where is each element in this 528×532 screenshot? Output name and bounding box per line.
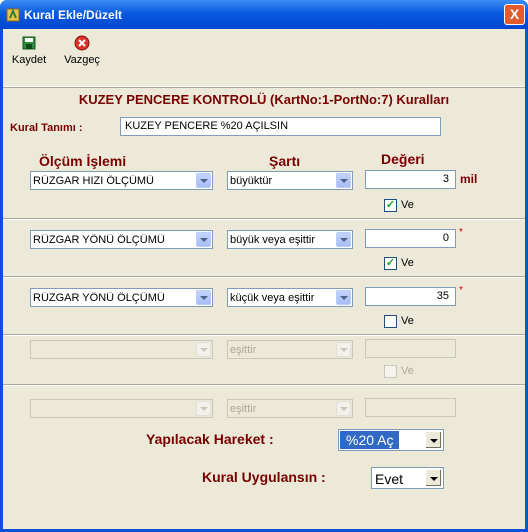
chevron-down-icon	[425, 431, 442, 449]
operation-value-2: RÜZGAR YÖNÜ ÖLÇÜMÜ	[33, 234, 165, 246]
operation-select-2[interactable]: RÜZGAR YÖNÜ ÖLÇÜMÜ	[30, 230, 213, 249]
save-label: Kaydet	[11, 54, 47, 66]
value-input-3[interactable]: 35	[365, 287, 456, 306]
and-label-1: Ve	[401, 199, 414, 211]
operation-select-3[interactable]: RÜZGAR YÖNÜ ÖLÇÜMÜ	[30, 288, 213, 307]
rule-form: KUZEY PENCERE KONTROLÜ (KartNo:1-PortNo:…	[3, 90, 525, 529]
row-divider	[3, 334, 525, 336]
operation-select-4[interactable]	[30, 340, 213, 359]
condition-value-3: küçük veya eşittir	[230, 292, 315, 304]
chevron-down-icon	[196, 173, 211, 188]
title-bar: Kural Ekle/Düzelt X	[0, 0, 528, 29]
operation-select-1[interactable]: RÜZGAR HIZI ÖLÇÜMÜ	[30, 171, 213, 190]
chevron-down-icon	[196, 342, 211, 357]
dialog-body: Kaydet Vazgeç KUZEY PENCERE KONTROLÜ (Ka…	[3, 29, 525, 529]
condition-select-1[interactable]: büyüktür	[227, 171, 353, 190]
unit-label-3: *	[459, 285, 463, 296]
cancel-button[interactable]: Vazgeç	[58, 33, 106, 79]
cancel-label: Vazgeç	[64, 54, 100, 66]
checkbox-box	[384, 315, 397, 328]
apply-select[interactable]: Evet	[371, 467, 444, 489]
condition-value-4: eşittir	[230, 344, 257, 356]
condition-value-5: eşittir	[230, 403, 257, 415]
chevron-down-icon	[425, 469, 442, 487]
value-input-2[interactable]: 0	[365, 229, 456, 248]
condition-value-2: büyük veya eşittir	[230, 234, 315, 246]
value-input-1[interactable]: 3	[365, 170, 456, 189]
condition-select-2[interactable]: büyük veya eşittir	[227, 230, 353, 249]
operation-select-5[interactable]	[30, 399, 213, 418]
save-button[interactable]: Kaydet	[5, 33, 53, 79]
chevron-down-icon	[196, 232, 211, 247]
unit-label-2: *	[459, 227, 463, 238]
action-label: Yapılacak Hareket :	[146, 431, 274, 447]
row-divider	[3, 276, 525, 278]
action-select[interactable]: %20 Aç	[338, 429, 444, 451]
column-header-condition: Şartı	[269, 153, 301, 169]
and-label-4: Ve	[401, 365, 414, 377]
checkbox-box	[384, 365, 397, 378]
app-icon	[6, 8, 20, 22]
and-label-3: Ve	[401, 315, 414, 327]
checkmark-icon: ✓	[384, 199, 397, 212]
close-button[interactable]: X	[504, 4, 525, 25]
operation-value-3: RÜZGAR YÖNÜ ÖLÇÜMÜ	[33, 292, 165, 304]
chevron-down-icon	[196, 290, 211, 305]
value-input-4[interactable]	[365, 339, 456, 358]
condition-select-4[interactable]: eşittir	[227, 340, 353, 359]
condition-select-5[interactable]: eşittir	[227, 399, 353, 418]
chevron-down-icon	[336, 342, 351, 357]
rule-name-input[interactable]: KUZEY PENCERE %20 AÇILSIN	[120, 117, 441, 136]
toolbar: Kaydet Vazgeç	[3, 29, 525, 87]
chevron-down-icon	[196, 401, 211, 416]
chevron-down-icon	[336, 173, 351, 188]
operation-value-1: RÜZGAR HIZI ÖLÇÜMÜ	[33, 175, 154, 187]
rule-name-label: Kural Tanımı :	[10, 122, 83, 134]
and-label-2: Ve	[401, 257, 414, 269]
unit-label-1: mil	[460, 172, 478, 186]
column-header-operation: Ölçüm İşlemi	[39, 153, 127, 169]
value-input-5[interactable]	[365, 398, 456, 417]
apply-label: Kural Uygulansın :	[202, 469, 326, 485]
column-header-value: Değeri	[381, 151, 425, 167]
save-icon	[22, 36, 36, 50]
cancel-icon	[74, 35, 90, 51]
condition-select-3[interactable]: küçük veya eşittir	[227, 288, 353, 307]
checkmark-icon: ✓	[384, 257, 397, 270]
window-title: Kural Ekle/Düzelt	[24, 8, 123, 22]
apply-value: Evet	[375, 471, 404, 487]
form-header: KUZEY PENCERE KONTROLÜ (KartNo:1-PortNo:…	[78, 92, 450, 107]
chevron-down-icon	[336, 290, 351, 305]
window: Kural Ekle/Düzelt X Kaydet Vazgeç KUZEY …	[0, 0, 528, 532]
chevron-down-icon	[336, 401, 351, 416]
action-value: %20 Aç	[338, 430, 401, 450]
row-divider	[3, 218, 525, 220]
chevron-down-icon	[336, 232, 351, 247]
condition-value-1: büyüktür	[230, 175, 273, 187]
row-divider	[3, 384, 525, 386]
